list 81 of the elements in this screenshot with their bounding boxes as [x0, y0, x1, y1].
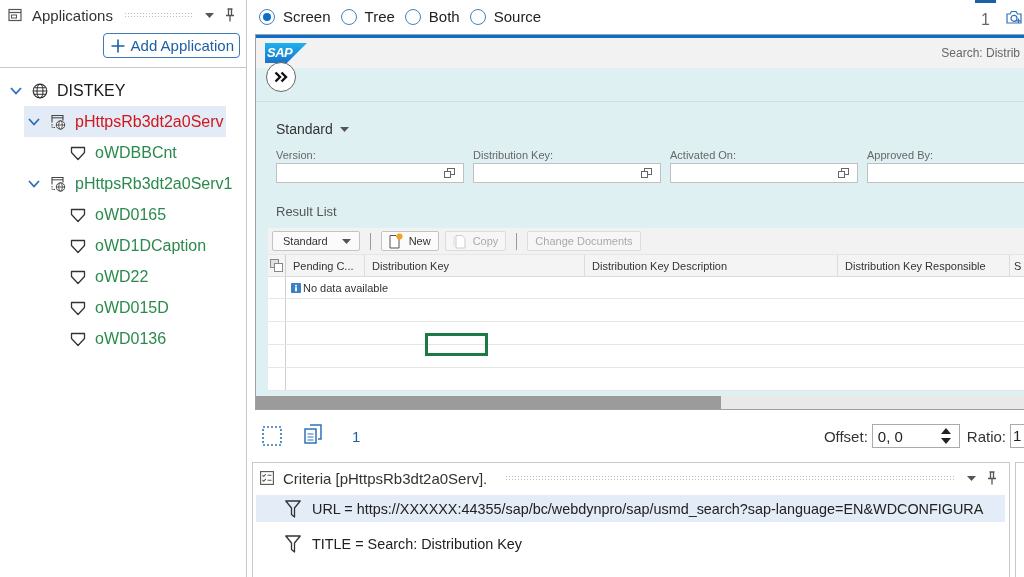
plus-icon [110, 38, 125, 53]
globe-icon [32, 82, 48, 99]
ratio-label: Ratio: [966, 427, 1006, 445]
panel-title: Criteria [pHttpsRb3dt2a0Serv]. [283, 469, 488, 487]
info-icon [291, 282, 301, 293]
filter-icon [285, 534, 301, 553]
documents-icon[interactable] [303, 424, 323, 444]
dotted-square-icon[interactable] [262, 426, 282, 446]
field-label: Approved By: [867, 148, 935, 162]
section-title: Result List [276, 204, 337, 220]
column-header[interactable]: Distribution Key Responsible [838, 255, 1010, 276]
shield-icon [70, 206, 86, 223]
select-all-icon[interactable] [270, 259, 283, 272]
value-help-icon[interactable] [641, 168, 652, 178]
caret-down-icon[interactable] [204, 12, 214, 18]
selection-frame [425, 333, 488, 356]
filter-icon [285, 499, 301, 518]
new-document-icon [388, 233, 403, 249]
caret-down-icon[interactable] [967, 475, 976, 481]
count-link[interactable]: 1 [352, 427, 361, 445]
tree-item[interactable]: pHttpsRb3dt2a0Serv1 [24, 168, 235, 199]
shield-icon [70, 299, 86, 316]
new-button[interactable]: New [380, 231, 439, 251]
pin-icon[interactable] [987, 471, 997, 485]
input-field[interactable] [276, 163, 464, 183]
logo: SAP [265, 43, 307, 63]
tree-item[interactable]: oWD0136 [42, 323, 169, 354]
tree-item[interactable]: oWD1DCaption [42, 230, 209, 261]
view-mode-radio[interactable]: Tree [340, 8, 395, 25]
offset-spin-field[interactable]: 0, 0 [871, 424, 960, 448]
double-chevron-icon [274, 71, 288, 83]
tree-item[interactable]: oWD22 [42, 261, 151, 292]
variant-dropdown[interactable]: Standard [272, 231, 360, 251]
criteria-item[interactable]: TITLE = Search: Distribution Key [256, 530, 1005, 557]
camera-plus-icon[interactable] [1006, 9, 1022, 24]
shield-icon [70, 237, 86, 254]
tree-item[interactable]: oWDBBCnt [42, 137, 179, 168]
tree-item[interactable]: oWD0165 [42, 199, 169, 230]
column-header[interactable]: S [1010, 255, 1024, 276]
chevron-down-icon[interactable] [10, 86, 22, 95]
spin-arrows-icon[interactable] [940, 428, 951, 444]
tree-item[interactable]: oWD015D [42, 292, 171, 323]
shield-icon [70, 330, 86, 347]
page-title: Search: Distrib [941, 46, 1020, 60]
offset-label: Offset: [823, 427, 868, 445]
variant-selector[interactable]: Standard [276, 118, 349, 140]
field-label: Distribution Key: [473, 148, 555, 162]
input-field[interactable] [670, 163, 858, 183]
empty-message: No data available [286, 277, 388, 298]
shield-icon [70, 144, 86, 161]
tree-item[interactable]: pHttpsRb3dt2a0Serv [24, 106, 226, 137]
value-help-icon[interactable] [838, 168, 849, 178]
scrollbar-track[interactable] [256, 396, 1024, 409]
document-icon [452, 233, 467, 249]
view-mode-radio[interactable]: Source [469, 8, 542, 25]
scrollbar-thumb[interactable] [256, 396, 721, 409]
column-header[interactable]: Distribution Key Description [585, 255, 838, 276]
shield-icon [70, 268, 86, 285]
field-label: Activated On: [670, 148, 738, 162]
panel-title: Applications [32, 6, 113, 24]
view-mode-radio[interactable]: Screen [259, 8, 331, 25]
input-field[interactable] [473, 163, 661, 183]
web-page-icon [50, 113, 66, 130]
checklist-icon [260, 471, 274, 485]
chevron-down-icon[interactable] [28, 179, 40, 188]
field-label: Version: [276, 148, 317, 162]
input-field[interactable] [867, 163, 1024, 183]
column-header[interactable]: Distribution Key [365, 255, 585, 276]
value-help-icon[interactable] [444, 168, 455, 178]
criteria-item[interactable]: URL = https://XXXXXX:44355/sap/bc/webdynpro/sap/usmd_search?sap-language=EN&WDCONFIGURA [256, 495, 1005, 522]
tree-item[interactable]: DISTKEY [6, 75, 128, 106]
pin-icon[interactable] [224, 8, 235, 22]
web-page-icon [50, 175, 66, 192]
caret-down-icon[interactable] [341, 238, 351, 244]
caret-down-icon[interactable] [339, 126, 349, 132]
ratio-field[interactable]: 1 [1010, 424, 1024, 448]
column-header[interactable]: Pending C... [286, 255, 365, 276]
chevron-down-icon[interactable] [28, 117, 40, 126]
view-mode-radio[interactable]: Both [404, 8, 460, 25]
panel-icon [8, 8, 22, 22]
add-application-button[interactable]: Add Application [102, 33, 240, 58]
